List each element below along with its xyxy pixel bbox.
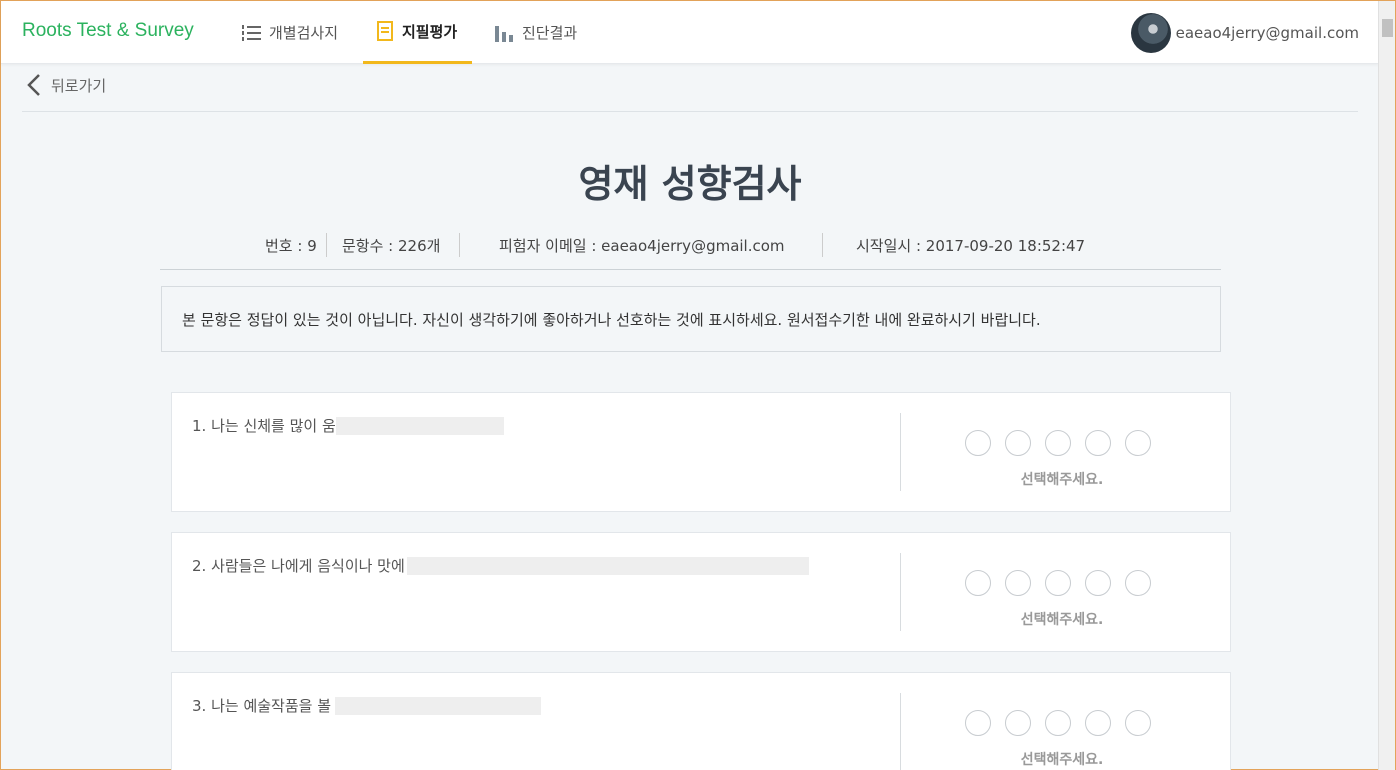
chevron-left-icon [27, 74, 40, 96]
radio-option-2[interactable] [1005, 430, 1031, 456]
question-card: 1. 나는 신체를 많이 움 선택해주세요. [171, 392, 1231, 512]
radio-option-1[interactable] [965, 570, 991, 596]
question-separator [900, 413, 901, 491]
radio-option-2[interactable] [1005, 710, 1031, 736]
meta-examinee-email: 피험자 이메일 : eaeao4jerry@gmail.com [499, 237, 785, 255]
scrollbar-thumb[interactable] [1382, 19, 1393, 37]
user-email: eaeao4jerry@gmail.com [1175, 24, 1359, 42]
question-label: 3. 나는 예술작품을 볼 [192, 697, 332, 715]
answer-options [965, 430, 1151, 456]
question-label: 2. 사람들은 나에게 음식이나 맛에 [192, 557, 405, 575]
meta-divider [160, 269, 1221, 270]
radio-option-3[interactable] [1045, 430, 1071, 456]
redacted-text [406, 556, 809, 575]
choose-prompt: 선택해주세요. [1020, 612, 1104, 628]
radio-option-4[interactable] [1085, 710, 1111, 736]
radio-option-3[interactable] [1045, 710, 1071, 736]
back-button[interactable]: 뒤로가기 [27, 73, 106, 97]
radio-option-5[interactable] [1125, 570, 1151, 596]
tab-individual-tests[interactable]: 개별검사지 [241, 1, 338, 64]
document-icon [377, 21, 393, 41]
meta-separator [326, 233, 327, 257]
question-separator [900, 553, 901, 631]
avatar[interactable] [1130, 13, 1171, 53]
tab-diagnosis-results[interactable]: 진단결과 [494, 1, 577, 64]
question-card: 2. 사람들은 나에게 음식이나 맛에 선택해주세요. [171, 532, 1231, 652]
meta-item-count: 문항수 : 226개 [342, 237, 441, 255]
meta-separator [459, 233, 460, 257]
question-text: 3. 나는 예술작품을 볼 [192, 695, 542, 716]
answer-options [965, 710, 1151, 736]
meta-start-time: 시작일시 : 2017-09-20 18:52:47 [856, 237, 1086, 255]
meta-number: 번호 : 9 [265, 237, 317, 255]
radio-option-5[interactable] [1125, 430, 1151, 456]
question-text: 1. 나는 신체를 많이 움 [192, 415, 504, 436]
list-icon [242, 24, 261, 41]
meta-separator [822, 233, 823, 257]
brand-logo[interactable]: Roots Test & Survey [22, 20, 194, 42]
radio-option-2[interactable] [1005, 570, 1031, 596]
radio-option-4[interactable] [1085, 430, 1111, 456]
tab-label: 개별검사지 [269, 24, 339, 42]
tab-written-test[interactable]: 지필평가 [363, 1, 472, 64]
back-label: 뒤로가기 [51, 76, 107, 95]
choose-prompt: 선택해주세요. [1020, 472, 1104, 488]
tab-label: 진단결과 [522, 24, 578, 42]
radio-option-1[interactable] [965, 710, 991, 736]
radio-option-3[interactable] [1045, 570, 1071, 596]
page-title: 영재 성향검사 [578, 162, 802, 206]
user-profile[interactable]: eaeao4jerry@gmail.com [1130, 13, 1359, 53]
radio-option-4[interactable] [1085, 570, 1111, 596]
redacted-text [335, 696, 542, 715]
radio-option-1[interactable] [965, 430, 991, 456]
bar-chart-icon [495, 25, 513, 42]
redacted-text [335, 416, 504, 435]
question-label: 1. 나는 신체를 많이 움 [192, 417, 336, 435]
question-card: 3. 나는 예술작품을 볼 선택해주세요. [171, 672, 1231, 770]
question-separator [900, 693, 901, 770]
radio-option-5[interactable] [1125, 710, 1151, 736]
choose-prompt: 선택해주세요. [1020, 752, 1104, 768]
tab-label: 지필평가 [402, 22, 458, 41]
instructions-notice: 본 문항은 정답이 있는 것이 아닙니다. 자신이 생각하기에 좋아하거나 선호… [161, 286, 1221, 352]
top-navbar: Roots Test & Survey 개별검사지 지필평가 진단결과 eaea… [1, 1, 1379, 64]
divider [22, 111, 1358, 112]
answer-options [965, 570, 1151, 596]
vertical-scrollbar[interactable] [1378, 1, 1395, 770]
question-text: 2. 사람들은 나에게 음식이나 맛에 [192, 555, 809, 576]
